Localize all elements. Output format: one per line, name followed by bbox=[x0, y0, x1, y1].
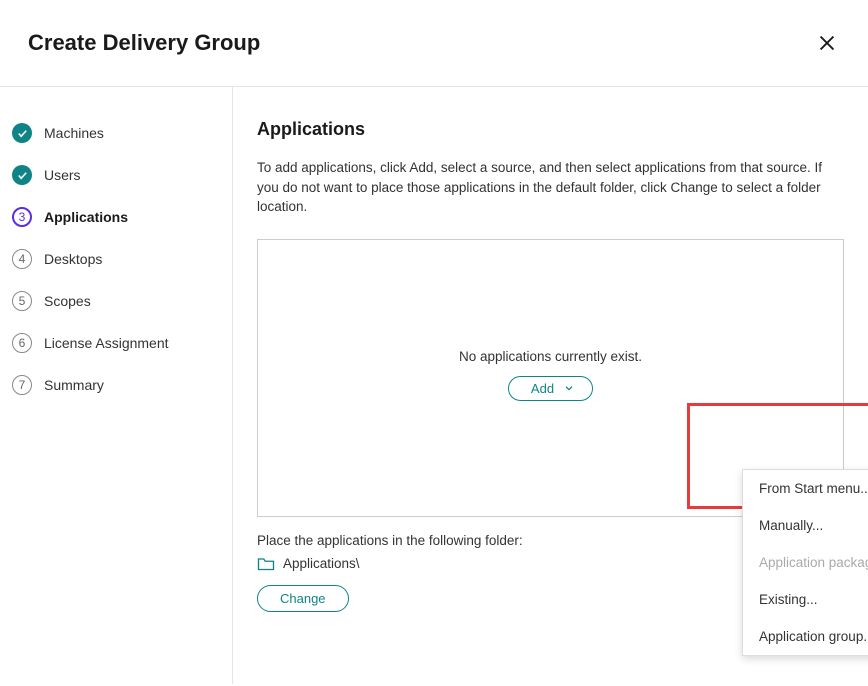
step-label: Applications bbox=[44, 209, 128, 225]
close-icon[interactable] bbox=[816, 32, 838, 54]
folder-icon bbox=[257, 556, 275, 571]
step-label: Scopes bbox=[44, 293, 91, 309]
step-number-icon: 5 bbox=[12, 291, 32, 311]
step-license-assignment[interactable]: 6 License Assignment bbox=[12, 325, 220, 367]
check-icon bbox=[12, 123, 32, 143]
dropdown-item-manually[interactable]: Manually... bbox=[743, 507, 868, 544]
step-label: Summary bbox=[44, 377, 104, 393]
step-number-icon: 7 bbox=[12, 375, 32, 395]
dropdown-item-application-packages: Application packages... bbox=[743, 544, 868, 581]
dropdown-item-from-start-menu[interactable]: From Start menu... bbox=[743, 470, 868, 507]
step-label: Machines bbox=[44, 125, 104, 141]
step-applications[interactable]: 3 Applications bbox=[12, 199, 220, 241]
step-label: Users bbox=[44, 167, 81, 183]
dropdown-item-existing[interactable]: Existing... bbox=[743, 581, 868, 618]
add-button[interactable]: Add bbox=[508, 376, 593, 401]
main-panel: Applications To add applications, click … bbox=[233, 87, 868, 684]
add-dropdown-menu: From Start menu... Manually... Applicati… bbox=[742, 469, 868, 656]
step-machines[interactable]: Machines bbox=[12, 115, 220, 157]
dialog-body: Machines Users 3 Applications 4 Desktops… bbox=[0, 87, 868, 684]
change-button[interactable]: Change bbox=[257, 585, 349, 612]
step-number-icon: 6 bbox=[12, 333, 32, 353]
step-summary[interactable]: 7 Summary bbox=[12, 367, 220, 409]
step-label: Desktops bbox=[44, 251, 102, 267]
page-description: To add applications, click Add, select a… bbox=[257, 158, 844, 217]
step-desktops[interactable]: 4 Desktops bbox=[12, 241, 220, 283]
add-button-label: Add bbox=[531, 381, 554, 396]
wizard-sidebar: Machines Users 3 Applications 4 Desktops… bbox=[0, 87, 233, 684]
step-number-icon: 3 bbox=[12, 207, 32, 227]
empty-message: No applications currently exist. bbox=[459, 349, 642, 364]
empty-state: No applications currently exist. Add bbox=[459, 349, 642, 401]
dialog-title: Create Delivery Group bbox=[28, 30, 260, 56]
step-number-icon: 4 bbox=[12, 249, 32, 269]
chevron-down-icon bbox=[564, 383, 574, 393]
page-heading: Applications bbox=[257, 119, 844, 140]
step-scopes[interactable]: 5 Scopes bbox=[12, 283, 220, 325]
check-icon bbox=[12, 165, 32, 185]
step-users[interactable]: Users bbox=[12, 157, 220, 199]
dropdown-item-application-group[interactable]: Application group... bbox=[743, 618, 868, 655]
step-label: License Assignment bbox=[44, 335, 169, 351]
dialog-header: Create Delivery Group bbox=[0, 0, 868, 87]
folder-path-text: Applications\ bbox=[283, 556, 360, 571]
